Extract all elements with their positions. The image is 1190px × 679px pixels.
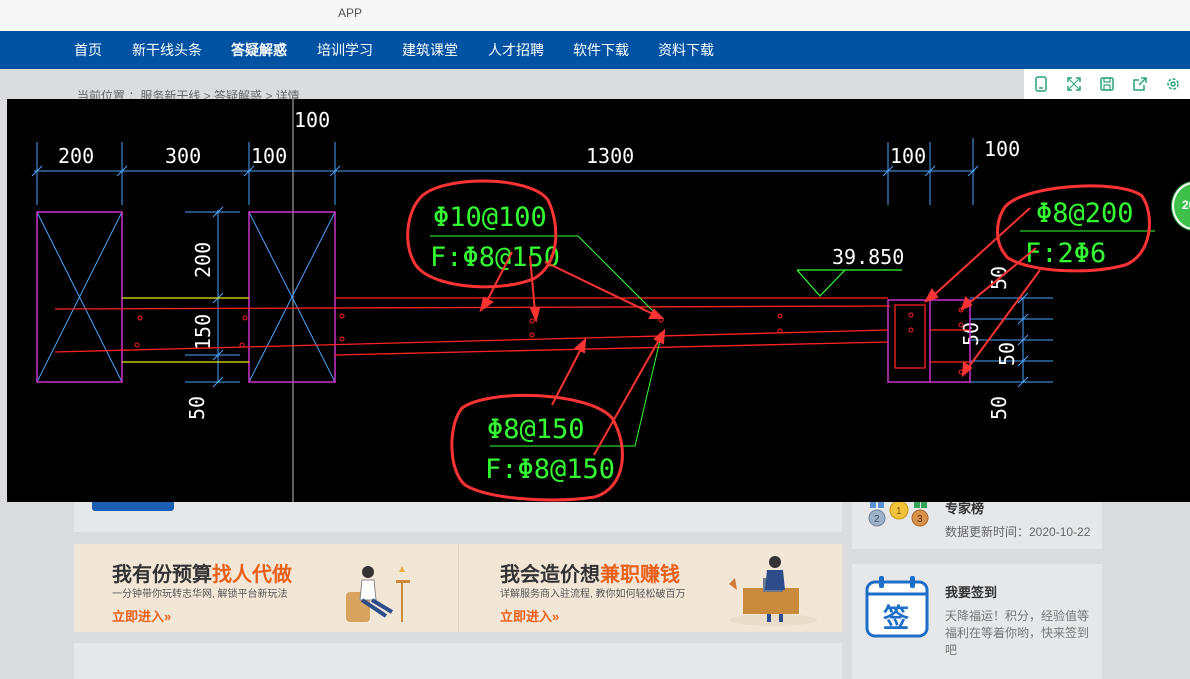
checkin-description: 天降福运！积分，经验值等福利在等着你哟，快来签到吧 [945,609,1090,657]
nav-item-home[interactable]: 首页 [74,31,102,69]
dim-v-50: 50 [185,396,209,420]
svg-text:3: 3 [917,514,923,525]
nav-item-training[interactable]: 培训学习 [317,31,373,69]
app-label[interactable]: APP [338,6,362,20]
nav-item-classroom[interactable]: 建筑课堂 [402,31,458,69]
dim-v-200: 200 [191,242,215,278]
promo-parttime-subtitle: 详解服务商入驻流程, 教你如何轻松破百万 [500,589,686,600]
drawing-viewer[interactable]: 200 300 100 1300 100 100 100 200 150 50 … [7,99,1190,502]
save-icon[interactable] [1094,72,1120,96]
checkin-card[interactable]: 签 我要签到 天降福运！积分，经验值等福利在等着你哟，快来签到吧 [852,564,1102,679]
top-strip: APP [0,0,1190,31]
promo-budget-subtitle: 一分钟带你玩转志华网, 解锁平台新玩法 [112,589,288,600]
experts-update-time: 数据更新时间：2020-10-22 [945,525,1091,539]
dim-v-150: 150 [191,314,215,350]
settings-icon[interactable] [1160,72,1186,96]
svg-text:2: 2 [874,514,880,525]
promo-parttime[interactable]: 我会造价想兼职赚钱 详解服务商入驻流程, 教你如何轻松破百万 立即进入» [459,544,842,632]
nav-item-software[interactable]: 软件下载 [573,31,629,69]
dim-vr-50-d: 50 [987,396,1011,420]
promo-budget-title: 我有份预算找人代做 [112,564,292,586]
annotation-1-top: Φ10@100 [433,202,547,233]
annotation-3-bottom: F:Φ8@150 [485,454,615,485]
dim-100-top: 100 [294,108,330,132]
annotations: Φ10@100 F:Φ8@150 Φ8@200 F:2Φ6 Φ8@150 F:Φ… [430,198,1134,485]
viewer-toolbar [1024,69,1190,100]
annotation-1-bottom: F:Φ8@150 [430,242,560,273]
nav-item-documents[interactable]: 资料下载 [658,31,714,69]
person-reading-illustration [346,566,410,622]
dim-100-right: 100 [984,137,1020,161]
content-card [74,643,842,679]
nav-item-jobs[interactable]: 人才招聘 [488,31,544,69]
tablet-icon[interactable] [1028,72,1054,96]
cad-drawing: 200 300 100 1300 100 100 100 200 150 50 … [31,99,1155,502]
badge-text: 20 [1182,198,1190,212]
nav-item-headlines[interactable]: 新干线头条 [132,31,202,69]
dim-200: 200 [58,144,94,168]
structure-outline [36,211,971,383]
nav-item-qa[interactable]: 答疑解惑 [231,31,287,69]
checkin-icon-char: 签 [883,603,910,633]
dim-vr-50-c: 50 [995,342,1019,366]
yellow-lines [122,297,249,363]
experts-card: 2 1 3 专家榜 数据更新时间：2020-10-22 [852,500,1102,549]
medals-icon: 2 1 3 [868,500,929,527]
annotation-3-top: Φ8@150 [487,414,585,445]
elevation-label: 39.850 [832,245,904,269]
dim-300: 300 [165,144,201,168]
question-card [74,502,842,532]
annotation-2-bottom: F:2Φ6 [1025,238,1106,269]
checkin-title[interactable]: 我要签到 [945,582,997,601]
share-icon[interactable] [1127,72,1153,96]
promo-budget[interactable]: 我有份预算找人代做 一分钟带你玩转志华网, 解锁平台新玩法 立即进入» [74,544,458,632]
main-nav: 首页 新干线头条 答疑解惑 培训学习 建筑课堂 人才招聘 软件下载 资料下载 [0,31,1190,69]
promo-banner: 我有份预算找人代做 一分钟带你玩转志华网, 解锁平台新玩法 立即进入» 我会造价… [74,544,842,632]
answer-button[interactable] [92,502,174,511]
calendar-icon: 签 [865,574,929,638]
dim-1300: 1300 [586,144,634,168]
rebar-dots [134,307,964,375]
dim-100-a: 100 [251,144,287,168]
promo-budget-link[interactable]: 立即进入» [112,606,171,625]
promo-parttime-title: 我会造价想兼职赚钱 [500,564,680,586]
annotation-2-top: Φ8@200 [1036,198,1134,229]
svg-text:1: 1 [896,506,902,517]
elevation-symbol [796,269,902,297]
person-at-desk-illustration [729,556,817,626]
dim-100-b: 100 [890,144,926,168]
promo-parttime-link[interactable]: 立即进入» [500,606,559,625]
fullscreen-icon[interactable] [1061,72,1087,96]
